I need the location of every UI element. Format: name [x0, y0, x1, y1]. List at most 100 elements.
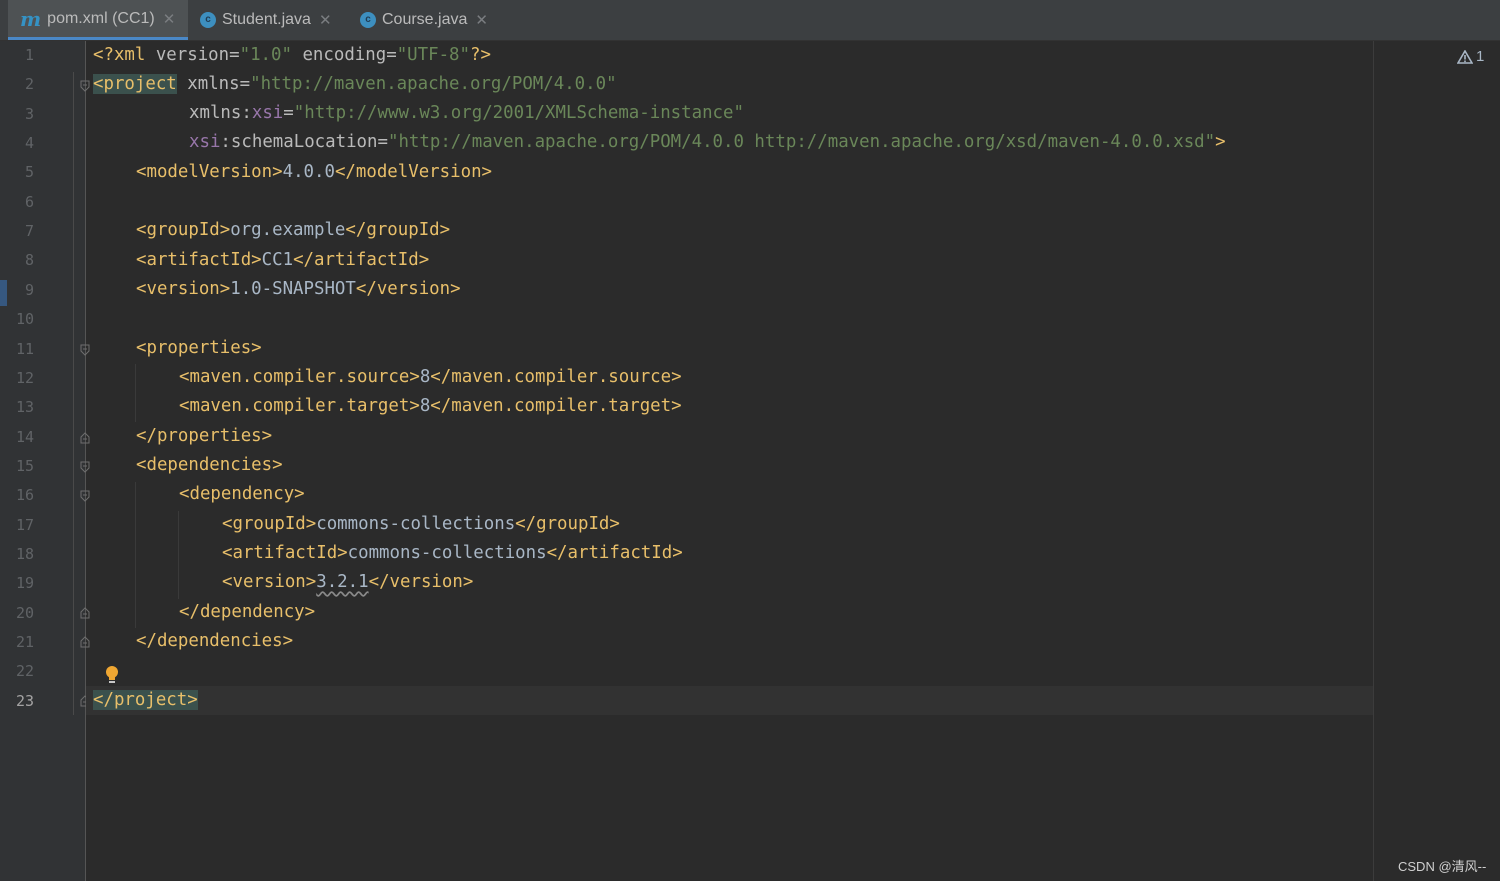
right-margin-guide	[1373, 41, 1374, 881]
code-line-14[interactable]: </properties>	[136, 422, 272, 451]
tab-student-java[interactable]: c Student.java ✕	[190, 0, 350, 40]
line-number: 23	[15, 691, 34, 710]
code-line-1[interactable]: <?xml version="1.0" encoding="UTF-8"?>	[93, 41, 491, 70]
indent-guide	[178, 511, 179, 599]
tag-text: 8	[419, 396, 431, 416]
close-icon[interactable]: ✕	[475, 11, 488, 29]
java-class-icon: c	[360, 12, 376, 28]
inspection-warning-counter[interactable]: 1	[1457, 48, 1484, 65]
watermark: CSDN @清风--	[1398, 859, 1487, 874]
attr-name: version	[155, 45, 230, 65]
tag-text: 1.0-SNAPSHOT	[230, 279, 356, 299]
attr-value: "http://maven.apache.org/POM/4.0.0 http:…	[387, 132, 1216, 152]
equals: =	[386, 45, 397, 65]
tag-close: </groupId>	[345, 220, 451, 240]
attr-name: schemaLocation	[230, 132, 378, 152]
line-number: 13	[15, 398, 34, 417]
fold-guide	[73, 72, 74, 715]
tag-close: </version>	[355, 279, 461, 299]
tag-open: <maven.compiler.source>	[179, 367, 420, 387]
lightbulb-icon[interactable]	[104, 665, 120, 685]
tag-open: <properties>	[136, 338, 262, 358]
tag-close: </groupId>	[515, 514, 620, 534]
line-number: 11	[15, 339, 34, 358]
tag-text: CC1	[261, 250, 294, 270]
code-line-17[interactable]: <groupId>commons-collections</groupId>	[222, 510, 620, 539]
code-line-23[interactable]: </project>	[93, 686, 198, 715]
maven-file-icon: m	[20, 6, 42, 31]
code-line-11[interactable]: <properties>	[136, 334, 262, 363]
tag-open: <groupId>	[136, 220, 231, 240]
attr-value: "1.0"	[239, 45, 292, 65]
tag-open: <version>	[136, 279, 231, 299]
code-line-15[interactable]: <dependencies>	[136, 451, 283, 480]
tag-text-warning[interactable]: 3.2.1	[316, 572, 368, 592]
indent-guide	[135, 364, 136, 422]
code-line-19[interactable]: <version>3.2.1</version>	[222, 568, 473, 597]
scroll-position-marker	[0, 280, 7, 306]
line-number: 7	[24, 222, 34, 241]
tag-open: <maven.compiler.target>	[179, 396, 420, 416]
code-line-2[interactable]: <project xmlns="http://maven.apache.org/…	[93, 70, 617, 99]
tag-close: </project>	[93, 690, 198, 710]
indent-guide	[135, 482, 136, 628]
line-number: 15	[15, 456, 34, 475]
line-number: 1	[24, 46, 34, 64]
tag-open: <dependency>	[179, 484, 305, 504]
line-number: 4	[24, 134, 34, 153]
tag-close: </dependencies>	[136, 631, 294, 651]
code-line-13[interactable]: <maven.compiler.target>8</maven.compiler…	[179, 392, 682, 421]
tag-close: </artifactId>	[546, 543, 683, 563]
tab-pom-xml[interactable]: m pom.xml (CC1) ✕	[8, 0, 188, 40]
tag-close: </properties>	[136, 426, 273, 446]
code-line-5[interactable]: <modelVersion>4.0.0</modelVersion>	[136, 158, 492, 187]
warning-count: 1	[1476, 48, 1485, 65]
tag-open: <artifactId>	[136, 250, 262, 270]
line-number: 8	[24, 251, 34, 270]
code-line-12[interactable]: <maven.compiler.source>8</maven.compiler…	[179, 363, 682, 392]
tag-open: <project	[93, 74, 177, 94]
line-number: 18	[15, 544, 34, 563]
code-line-16[interactable]: <dependency>	[179, 480, 305, 509]
close-icon[interactable]: ✕	[319, 11, 332, 29]
line-number: 2	[24, 75, 34, 94]
tag-text: 8	[419, 367, 431, 387]
tag-text: commons-collections	[316, 514, 516, 534]
colon: :	[241, 103, 252, 123]
code-line-20[interactable]: </dependency>	[179, 598, 315, 627]
xml-decl-close: ?>	[470, 45, 491, 65]
line-number: 6	[24, 192, 34, 211]
namespace: xsi	[189, 132, 221, 152]
line-number: 17	[15, 515, 34, 534]
current-line-highlight	[86, 686, 1373, 715]
code-line-9[interactable]: <version>1.0-SNAPSHOT</version>	[136, 275, 461, 304]
tab-course-java[interactable]: c Course.java ✕	[350, 0, 510, 40]
line-number: 12	[15, 368, 34, 387]
line-number: 16	[15, 486, 34, 505]
attr-value: "UTF-8"	[396, 45, 470, 65]
line-number: 10	[15, 310, 34, 329]
attr-value: "http://www.w3.org/2001/XMLSchema-instan…	[293, 103, 744, 123]
code-line-4[interactable]: xsi:schemaLocation="http://maven.apache.…	[189, 128, 1226, 157]
attr-name: encoding	[302, 45, 387, 65]
code-line-21[interactable]: </dependencies>	[136, 627, 293, 656]
code-line-18[interactable]: <artifactId>commons-collections</artifac…	[222, 539, 683, 568]
code-line-8[interactable]: <artifactId>CC1</artifactId>	[136, 246, 429, 275]
line-number: 19	[15, 574, 34, 593]
xml-decl-open: <?xml	[93, 45, 156, 65]
left-tool-strip	[0, 41, 8, 881]
tag-close: </artifactId>	[293, 250, 430, 270]
tag-close: </modelVersion>	[334, 162, 493, 182]
close-icon[interactable]: ✕	[163, 10, 176, 28]
tag-text: 4.0.0	[282, 162, 335, 182]
equals: =	[283, 103, 294, 123]
tab-label: pom.xml (CC1)	[47, 9, 155, 27]
code-line-7[interactable]: <groupId>org.example</groupId>	[136, 216, 450, 245]
line-number: 5	[24, 163, 34, 182]
warning-icon	[1457, 49, 1473, 64]
code-line-3[interactable]: xmlns:xsi="http://www.w3.org/2001/XMLSch…	[189, 99, 744, 128]
line-number: 3	[24, 104, 34, 123]
tag-close: >	[1215, 132, 1226, 152]
tag-close: </maven.compiler.source>	[430, 367, 682, 387]
